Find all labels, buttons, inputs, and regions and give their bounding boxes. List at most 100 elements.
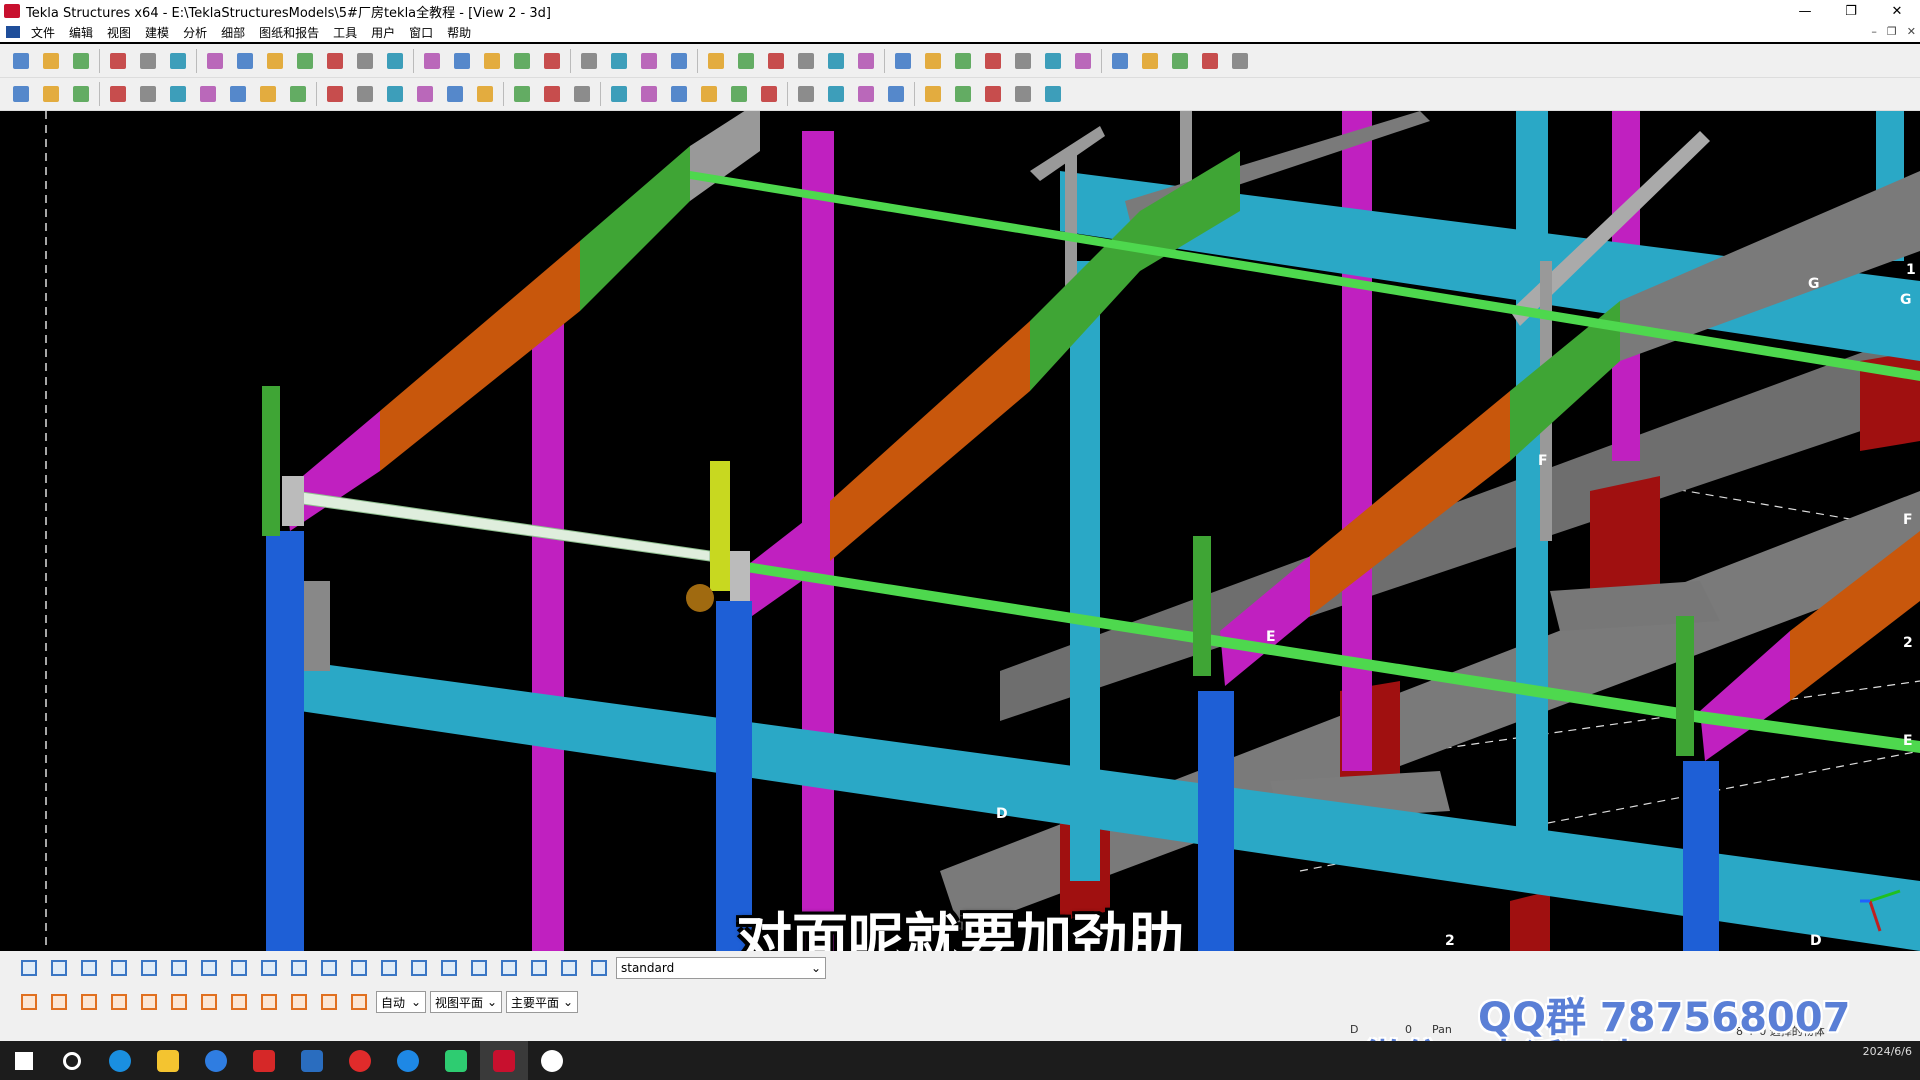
taskbar-search-app[interactable] [192, 1041, 240, 1080]
mdi-restore-icon[interactable]: ❐ [1887, 22, 1897, 42]
menu-window[interactable]: 窗口 [402, 24, 440, 41]
selection-switch-icon[interactable] [17, 956, 41, 980]
selection-switch-icon[interactable] [437, 956, 461, 980]
toolbar-tool-icon[interactable] [136, 82, 160, 106]
taskbar-app-red[interactable] [336, 1041, 384, 1080]
toolbar-tool-icon[interactable] [383, 82, 407, 106]
toolbar-tool-icon[interactable] [637, 82, 661, 106]
toolbar-tool-icon[interactable] [263, 49, 287, 73]
snap-switch-icon[interactable] [287, 990, 311, 1014]
toolbar-tool-icon[interactable] [921, 49, 945, 73]
toolbar-tool-icon[interactable] [570, 82, 594, 106]
green-column-head[interactable] [1193, 536, 1211, 676]
toolbar-tool-icon[interactable] [734, 49, 758, 73]
toolbar-tool-icon[interactable] [540, 82, 564, 106]
menu-file[interactable]: 文件 [24, 24, 62, 41]
taskbar-app-k[interactable] [384, 1041, 432, 1080]
toolbar-tool-icon[interactable] [1011, 82, 1035, 106]
toolbar-tool-icon[interactable] [510, 82, 534, 106]
snap-switch-icon[interactable] [197, 990, 221, 1014]
selection-switch-icon[interactable] [227, 956, 251, 980]
toolbar-tool-icon[interactable] [854, 82, 878, 106]
toolbar-tool-icon[interactable] [637, 49, 661, 73]
toolbar-tool-icon[interactable] [480, 49, 504, 73]
system-tray[interactable]: 2024/6/6 [1863, 1043, 1912, 1060]
toolbar-tool-icon[interactable] [69, 82, 93, 106]
selection-switch-icon[interactable] [137, 956, 161, 980]
toolbar-tool-icon[interactable] [1138, 49, 1162, 73]
toolbar-tool-icon[interactable] [891, 49, 915, 73]
toolbar-tool-icon[interactable] [106, 82, 130, 106]
plane-select[interactable]: 视图平面 ⌄ [430, 991, 502, 1013]
selection-switch-icon[interactable] [497, 956, 521, 980]
taskbar-edge[interactable] [96, 1041, 144, 1080]
mdi-minimize-icon[interactable]: – [1871, 22, 1877, 42]
restore-icon[interactable]: ❐ [1828, 0, 1874, 22]
toolbar-tool-icon[interactable] [794, 49, 818, 73]
toolbar-tool-icon[interactable] [293, 49, 317, 73]
toolbar-tool-icon[interactable] [1041, 49, 1065, 73]
toolbar-tool-icon[interactable] [450, 49, 474, 73]
toolbar-tool-icon[interactable] [443, 82, 467, 106]
green-column-head[interactable] [262, 386, 280, 536]
toolbar-tool-icon[interactable] [1041, 82, 1065, 106]
toolbar-tool-icon[interactable] [824, 82, 848, 106]
selection-switch-icon[interactable] [107, 956, 131, 980]
mdi-close-icon[interactable]: ✕ [1907, 22, 1916, 42]
toolbar-tool-icon[interactable] [413, 82, 437, 106]
snap-switch-icon[interactable] [137, 990, 161, 1014]
toolbar-tool-icon[interactable] [136, 49, 160, 73]
toolbar-tool-icon[interactable] [540, 49, 564, 73]
yellow-column-head-selected[interactable] [710, 461, 730, 591]
grey-column-stub[interactable] [300, 581, 330, 671]
selection-switch-icon[interactable] [167, 956, 191, 980]
taskbar-explorer[interactable] [144, 1041, 192, 1080]
toolbar-tool-icon[interactable] [667, 82, 691, 106]
taskbar-qq[interactable] [528, 1041, 576, 1080]
snap-switch-icon[interactable] [77, 990, 101, 1014]
toolbar-tool-icon[interactable] [727, 82, 751, 106]
selection-switch-icon[interactable] [587, 956, 611, 980]
toolbar-tool-icon[interactable] [764, 49, 788, 73]
menu-detailing[interactable]: 细部 [214, 24, 252, 41]
taskbar-wps[interactable] [240, 1041, 288, 1080]
toolbar-tool-icon[interactable] [697, 82, 721, 106]
selection-switch-icon[interactable] [317, 956, 341, 980]
selection-switch-icon[interactable] [377, 956, 401, 980]
toolbar-tool-icon[interactable] [39, 82, 63, 106]
rafter-orange-segment[interactable] [830, 321, 1030, 561]
snap-switch-icon[interactable] [17, 990, 41, 1014]
green-column-head[interactable] [1676, 616, 1694, 756]
toolbar-tool-icon[interactable] [794, 82, 818, 106]
toolbar-tool-icon[interactable] [951, 49, 975, 73]
toolbar-tool-icon[interactable] [824, 49, 848, 73]
menu-tools[interactable]: 工具 [326, 24, 364, 41]
rafter-green-segment[interactable] [580, 146, 690, 311]
menu-user[interactable]: 用户 [364, 24, 402, 41]
toolbar-tool-icon[interactable] [1011, 49, 1035, 73]
main-plane-select[interactable]: 主要平面 ⌄ [506, 991, 578, 1013]
toolbar-tool-icon[interactable] [884, 82, 908, 106]
search-button[interactable] [48, 1041, 96, 1080]
toolbar-tool-icon[interactable] [1198, 49, 1222, 73]
toolbar-tool-icon[interactable] [1071, 49, 1095, 73]
toolbar-tool-icon[interactable] [353, 49, 377, 73]
toolbar-tool-icon[interactable] [951, 82, 975, 106]
snap-switch-icon[interactable] [347, 990, 371, 1014]
blue-column[interactable] [266, 531, 304, 951]
toolbar-tool-icon[interactable] [256, 82, 280, 106]
toolbar-tool-icon[interactable] [854, 49, 878, 73]
start-button[interactable] [0, 1041, 48, 1080]
taskbar-app-blue[interactable] [288, 1041, 336, 1080]
taskbar-tekla[interactable] [480, 1041, 528, 1080]
snap-switch-icon[interactable] [107, 990, 131, 1014]
selection-switch-icon[interactable] [527, 956, 551, 980]
toolbar-tool-icon[interactable] [1108, 49, 1132, 73]
rafter-magenta-segment[interactable] [1700, 631, 1790, 761]
taskbar-app-green[interactable] [432, 1041, 480, 1080]
snap-switch-icon[interactable] [167, 990, 191, 1014]
toolbar-tool-icon[interactable] [420, 49, 444, 73]
toolbar-tool-icon[interactable] [921, 82, 945, 106]
menu-drawings-reports[interactable]: 图纸和报告 [252, 24, 326, 41]
selection-switch-icon[interactable] [347, 956, 371, 980]
